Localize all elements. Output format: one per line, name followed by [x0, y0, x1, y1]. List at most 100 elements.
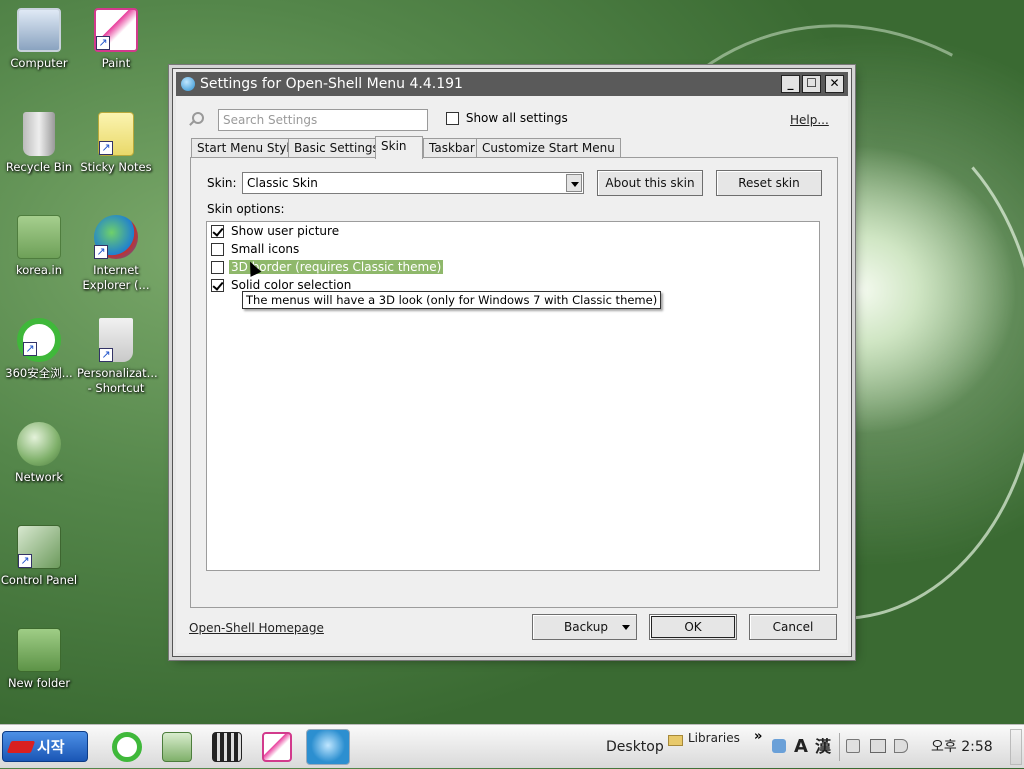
desktop-icon-label: Personalizat... - Shortcut [77, 366, 158, 395]
checkbox-unchecked[interactable] [211, 261, 224, 274]
window-body: Search Settings Show all settings Help..… [176, 96, 848, 653]
backup-button[interactable]: Backup [532, 614, 637, 640]
dropdown-arrow-icon[interactable] [622, 625, 630, 630]
desktop-icon-360-browser[interactable]: ↗ 360安全浏... [0, 318, 78, 381]
tab-start-menu-style[interactable]: Start Menu Style [191, 138, 304, 158]
network-status-icon[interactable] [870, 739, 886, 753]
toolbar-chevron-icon[interactable]: » [754, 729, 762, 744]
internet-explorer-icon: ↗ [94, 215, 138, 259]
open-shell-icon[interactable] [306, 729, 350, 765]
desktop-icon-label: Control Panel [0, 573, 78, 587]
show-all-settings-label: Show all settings [465, 111, 568, 125]
open-shell-icon [181, 77, 195, 91]
title-bar[interactable]: Settings for Open-Shell Menu 4.4.191 _ ☐… [176, 72, 848, 96]
checkbox-checked[interactable] [211, 225, 224, 238]
ime-mode-a[interactable]: A [794, 725, 808, 769]
checkbox-unchecked[interactable] [211, 243, 224, 256]
tab-skin[interactable]: Skin [375, 136, 423, 159]
desktop-icon-label: korea.in [15, 263, 63, 277]
desktop-icon-internet-explorer[interactable]: ↗ Internet Explorer (... [77, 215, 155, 293]
browser-e-icon[interactable] [112, 732, 142, 762]
paint-icon[interactable] [262, 732, 292, 762]
about-skin-button[interactable]: About this skin [597, 170, 703, 196]
show-all-settings-checkbox[interactable]: Show all settings [446, 111, 568, 125]
folder-icon [17, 628, 61, 672]
notepad-icon[interactable] [162, 732, 192, 762]
skin-options-list: Show user picture Small icons 3D border … [206, 221, 820, 571]
volume-muted-icon[interactable] [894, 739, 908, 753]
ime-hanja[interactable]: 漢 [815, 725, 831, 769]
folder-user-icon [17, 215, 61, 259]
desktop-icon-label: Computer [10, 56, 68, 70]
paint-icon: ↗ [94, 8, 138, 52]
maximize-button[interactable]: ☐ [802, 75, 821, 93]
red-star-flag-icon [6, 741, 36, 753]
sticky-notes-icon: ↗ [98, 112, 134, 156]
libraries-toolbar-label[interactable]: Libraries [688, 731, 740, 745]
desktop-icon-personalization[interactable]: ↗ Personalizat... - Shortcut [77, 318, 158, 396]
libraries-folder-icon [668, 735, 683, 746]
clock[interactable]: 오후 2:58 [931, 725, 993, 769]
shortcut-arrow-icon: ↗ [23, 342, 37, 356]
personalization-icon: ↗ [99, 318, 133, 362]
action-center-flag-icon[interactable] [846, 739, 860, 753]
option-tooltip: The menus will have a 3D look (only for … [242, 291, 662, 309]
skin-panel: Skin: Classic Skin About this skin Reset… [190, 157, 838, 608]
show-desktop-button[interactable] [1010, 729, 1022, 765]
desktop-icon-label: Paint [101, 56, 131, 70]
shortcut-arrow-icon: ↗ [99, 141, 113, 155]
desktop-icon-korea-in[interactable]: korea.in [0, 215, 78, 278]
window-title: Settings for Open-Shell Menu 4.4.191 [200, 76, 463, 92]
skin-dropdown[interactable]: Classic Skin [242, 172, 584, 194]
control-panel-icon: ↗ [17, 525, 61, 569]
desktop-icon-new-folder[interactable]: New folder [0, 628, 78, 691]
network-globe-icon [17, 422, 61, 466]
tab-customize-start-menu[interactable]: Customize Start Menu [476, 138, 621, 158]
option-show-user-picture[interactable]: Show user picture [211, 222, 341, 240]
start-label: 시작 [37, 738, 65, 756]
ok-button[interactable]: OK [649, 614, 737, 640]
option-small-icons[interactable]: Small icons [211, 240, 301, 258]
settings-window: Settings for Open-Shell Menu 4.4.191 _ ☐… [172, 68, 852, 657]
desktop-icon-label: New folder [7, 676, 71, 690]
checkbox-checked[interactable] [211, 279, 224, 292]
search-input[interactable]: Search Settings [218, 109, 428, 131]
option-label: Show user picture [231, 224, 340, 238]
shortcut-arrow-icon: ↗ [99, 348, 113, 362]
close-button[interactable]: ✕ [825, 75, 844, 93]
desktop-icon-sticky-notes[interactable]: ↗ Sticky Notes [77, 112, 155, 175]
help-link[interactable]: Help... [790, 113, 829, 127]
start-button[interactable]: 시작 [2, 731, 88, 762]
tab-taskbar[interactable]: Taskbar [423, 138, 481, 158]
desktop-icon-control-panel[interactable]: ↗ Control Panel [0, 525, 78, 588]
tab-basic-settings[interactable]: Basic Settings [288, 138, 385, 158]
reset-skin-button[interactable]: Reset skin [716, 170, 822, 196]
desktop-icon-label: 360安全浏... [5, 366, 73, 380]
shortcut-arrow-icon: ↗ [96, 36, 110, 50]
desktop-icon-recycle-bin[interactable]: Recycle Bin [0, 112, 78, 175]
desktop-icon-network[interactable]: Network [0, 422, 78, 485]
cancel-button[interactable]: Cancel [749, 614, 837, 640]
skin-label: Skin: [207, 176, 237, 190]
language-bar-icon[interactable] [772, 739, 786, 753]
homepage-link[interactable]: Open-Shell Homepage [189, 621, 324, 635]
skin-options-label: Skin options: [207, 202, 285, 216]
desktop-icon-computer[interactable]: Computer [0, 8, 78, 71]
option-label: Solid color selection [231, 278, 352, 292]
shortcut-arrow-icon: ↗ [94, 245, 108, 259]
desktop-icon-paint[interactable]: ↗ Paint [77, 8, 155, 71]
browser-e-icon: ↗ [17, 318, 61, 362]
chevron-down-icon[interactable] [566, 174, 582, 192]
recycle-bin-icon [23, 112, 55, 156]
movie-maker-icon[interactable] [212, 732, 242, 762]
tray-separator [839, 733, 840, 761]
search-icon [192, 112, 204, 124]
taskbar: 시작 Desktop Libraries » A 漢 오후 2:58 [0, 724, 1024, 768]
computer-icon [17, 8, 61, 52]
minimize-button[interactable]: _ [781, 75, 800, 93]
desktop-toolbar-label[interactable]: Desktop [606, 725, 664, 769]
desktop-icon-label: Network [14, 470, 64, 484]
shortcut-arrow-icon: ↗ [18, 554, 32, 568]
checkbox-box[interactable] [446, 112, 459, 125]
option-label: Small icons [231, 242, 300, 256]
